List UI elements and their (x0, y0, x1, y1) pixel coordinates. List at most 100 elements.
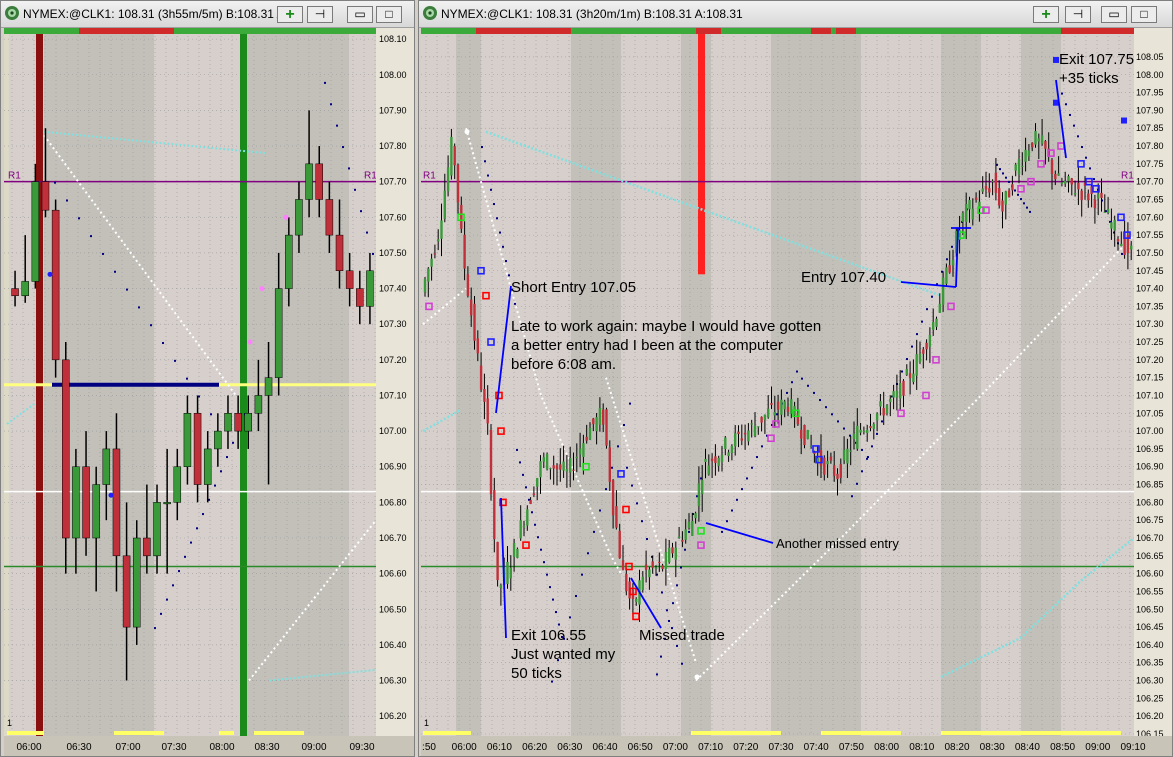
annotation-text: before 6:08 am. (511, 356, 616, 373)
candle-down (651, 561, 654, 568)
psar-dot (1005, 176, 1007, 179)
candle-down (803, 424, 806, 446)
window-titlebar[interactable]: NYMEX:@CLK1: 108.31 (3h20m/1m) B:108.31 … (419, 1, 1172, 28)
chart-plot-1min[interactable]: R1 R1 Short Entry 107.05 Late to work again… (421, 28, 1172, 756)
window-titlebar[interactable]: NYMEX:@CLK1: 108.31 (3h55m/5m) B:108.31 … (1, 1, 414, 28)
psar-dot (78, 217, 80, 220)
candle-up (915, 354, 918, 376)
candle-down (234, 413, 242, 432)
candle-up (961, 212, 965, 223)
candle-down (460, 204, 463, 229)
volume-strip (941, 731, 1121, 735)
candle-up (1057, 173, 1060, 176)
psar-dot (484, 160, 486, 163)
psar-dot (490, 188, 492, 191)
candle-down (1116, 238, 1120, 242)
candle-down (489, 429, 493, 495)
add-icon[interactable]: + (1033, 6, 1059, 23)
candle-down (760, 416, 763, 423)
psar-dot (599, 509, 601, 512)
candle-down (572, 469, 575, 471)
candle-down (740, 438, 743, 441)
candle-down (908, 373, 912, 379)
y-tick-label: 106.90 (1136, 462, 1164, 472)
psar-dot (1073, 124, 1075, 127)
psar-dot (676, 584, 678, 587)
chart-plot-5min[interactable]: R1 R1 108.10 108.00 107.90 107.80 107.70 107.60… (4, 28, 414, 756)
candle-up (846, 448, 849, 464)
volume-strip (7, 731, 44, 735)
psar-dot (519, 461, 521, 464)
y-tick-label: 107.30 (379, 319, 407, 329)
y-tick-label: 106.45 (1136, 622, 1164, 632)
psar-dot (114, 270, 116, 273)
chart-app-icon (423, 6, 437, 20)
psar-dot (825, 406, 827, 409)
annotation-text: Another missed entry (776, 536, 899, 551)
minimize-icon[interactable]: ▭ (347, 6, 373, 23)
candle-up (450, 136, 453, 176)
psar-dot (138, 306, 140, 309)
psar-dot (680, 566, 682, 569)
candle-down (1054, 174, 1057, 180)
psar-dot (876, 432, 878, 435)
candle-down (1093, 199, 1097, 209)
candle-up (704, 458, 707, 462)
candle-up (539, 461, 542, 478)
y-tick-label: 107.65 (1136, 194, 1164, 204)
candle-up (1027, 150, 1031, 157)
minimize-icon[interactable]: ▭ (1101, 6, 1127, 23)
candle-down (1007, 190, 1011, 198)
candle-up (879, 401, 882, 407)
y-tick-label: 107.80 (379, 141, 407, 151)
candle-up (641, 576, 644, 590)
pin-icon[interactable]: ⊣ (307, 6, 333, 23)
candle-up (895, 390, 899, 398)
chart-window-1min: NYMEX:@CLK1: 108.31 (3h20m/1m) B:108.31 … (418, 0, 1173, 757)
psar-dot (756, 456, 758, 459)
x-tick-label: 09:00 (301, 742, 326, 753)
maximize-icon[interactable]: □ (1131, 6, 1157, 23)
candle-up (430, 258, 433, 267)
psar-dot (555, 611, 557, 614)
candle-up (899, 383, 902, 399)
y-tick-label: 107.70 (379, 177, 407, 187)
y-tick-label: 107.35 (1136, 301, 1164, 311)
psar-dot (196, 527, 198, 530)
candle-up (102, 448, 111, 485)
psar-dot (843, 427, 845, 430)
blue-marker (47, 271, 53, 277)
candle-down (681, 539, 684, 542)
y-tick-label: 107.55 (1136, 230, 1164, 240)
add-icon[interactable]: + (277, 6, 303, 23)
psar-dot (496, 217, 498, 220)
y-tick-label: 107.50 (379, 248, 407, 258)
x-tick-label: 08:40 (1015, 742, 1040, 753)
r1-label-right: R1 (364, 171, 377, 182)
psar-dot (901, 370, 903, 373)
pin-icon[interactable]: ⊣ (1065, 6, 1091, 23)
candle-up (1040, 135, 1044, 144)
y-tick-label: 106.50 (379, 604, 407, 614)
candle-down (998, 188, 1001, 206)
candle-up (968, 200, 971, 210)
candle-up (694, 513, 697, 519)
chart-svg-5min: R1 R1 108.10 108.00 107.90 107.80 107.70 107.60… (4, 28, 414, 756)
candle-up (437, 239, 440, 242)
candle-up (519, 520, 522, 539)
candle-down (608, 447, 611, 482)
psar-dot (881, 420, 883, 423)
candle-down (829, 456, 833, 461)
psar-dot (549, 586, 551, 589)
maximize-icon[interactable]: □ (376, 6, 402, 23)
psar-dot (688, 530, 690, 533)
psar-dot (502, 245, 504, 248)
psar-dot (499, 231, 501, 234)
psar-dot (646, 538, 648, 541)
psar-dot (796, 370, 798, 373)
candle-up (516, 548, 519, 558)
candle-up (578, 448, 582, 455)
candle-up (1034, 131, 1037, 145)
candle-up (727, 452, 730, 457)
psar-dot (916, 333, 918, 336)
